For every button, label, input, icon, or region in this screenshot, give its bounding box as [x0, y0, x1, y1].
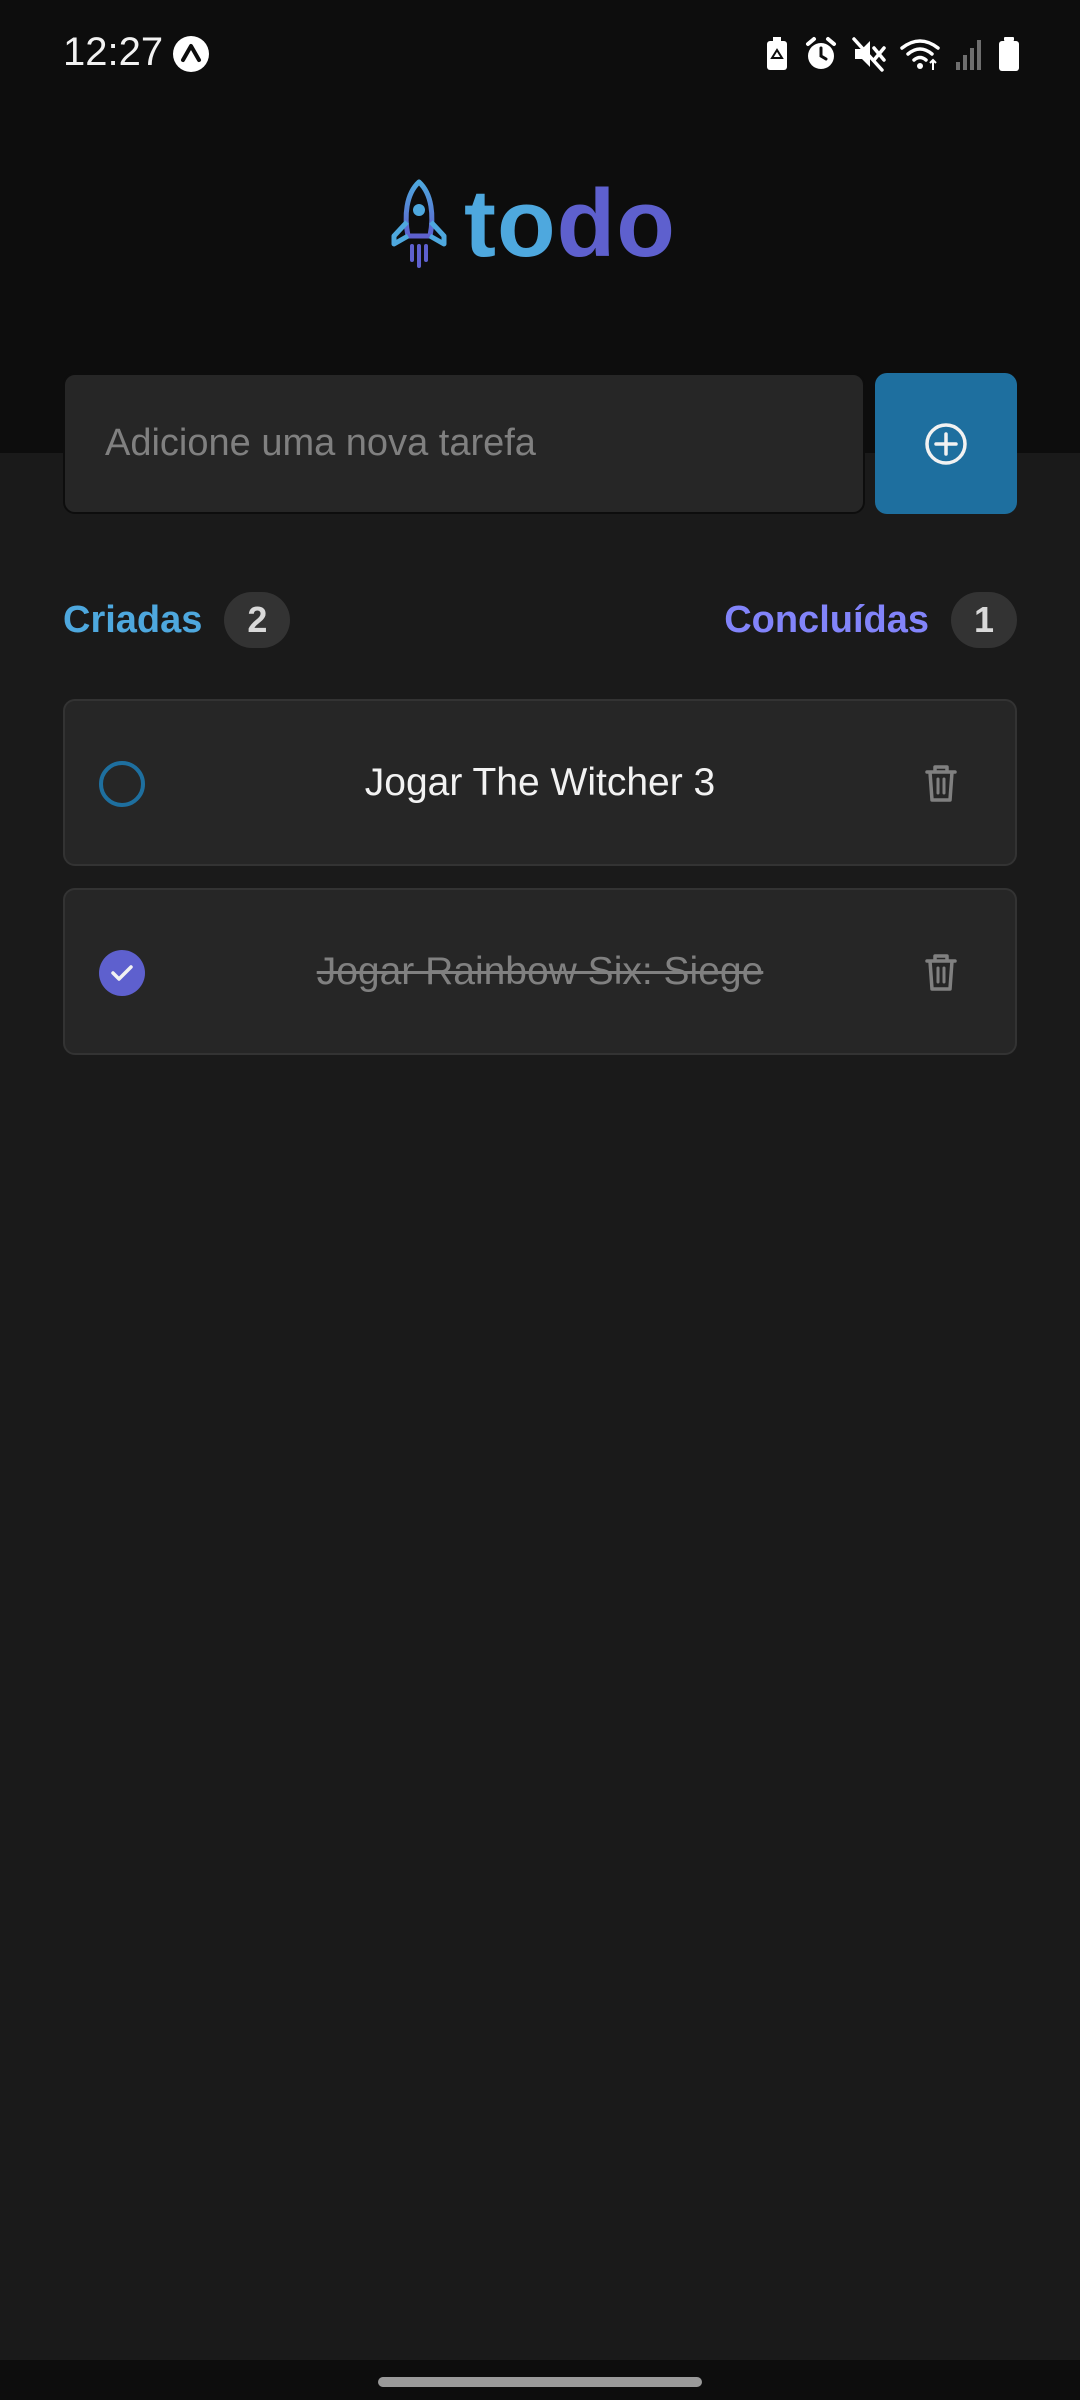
logo-text-to: to — [464, 170, 557, 277]
done-count-badge: 1 — [951, 592, 1017, 648]
navigation-bar — [0, 2360, 1080, 2400]
signal-icon — [956, 40, 981, 70]
done-label: Concluídas — [724, 598, 929, 641]
task-text: Jogar The Witcher 3 — [364, 760, 716, 804]
checked-circle-icon[interactable] — [97, 948, 147, 998]
status-bar: 12:27 — [0, 0, 1080, 108]
task-text: Jogar Rainbow Six: Siege — [316, 949, 764, 993]
alarm-icon — [806, 37, 836, 69]
app-notification-icon — [173, 36, 209, 72]
add-task-button[interactable] — [875, 373, 1017, 514]
plus-circle-icon — [925, 422, 967, 465]
rocket-icon — [391, 179, 447, 268]
status-time: 12:27 — [63, 30, 164, 74]
todo-screen: 12:27 todo Adicione uma nova tarefa Cria… — [0, 0, 1080, 2400]
trash-icon[interactable] — [919, 950, 963, 994]
created-counter: Criadas 2 — [63, 592, 291, 648]
task-list: Jogar The Witcher 3 Jogar Rainbow Six: S… — [63, 699, 1017, 1077]
unchecked-circle-icon[interactable] — [97, 759, 147, 809]
home-gesture-handle[interactable] — [378, 2377, 702, 2387]
logo-text: todo — [464, 176, 676, 272]
new-task-input[interactable] — [63, 373, 865, 514]
wifi-icon — [900, 39, 940, 70]
battery-icon — [999, 37, 1019, 71]
task-item: Jogar The Witcher 3 — [63, 699, 1017, 866]
created-label: Criadas — [63, 598, 203, 641]
app-logo: todo — [388, 176, 676, 272]
done-counter: Concluídas 1 — [724, 592, 1017, 648]
battery-saver-icon — [767, 37, 787, 70]
created-count-badge: 2 — [224, 592, 291, 648]
trash-icon[interactable] — [919, 761, 963, 805]
status-icons — [764, 34, 1020, 74]
logo-text-do: do — [556, 170, 676, 277]
task-item: Jogar Rainbow Six: Siege — [63, 888, 1017, 1055]
mute-icon — [852, 37, 886, 72]
